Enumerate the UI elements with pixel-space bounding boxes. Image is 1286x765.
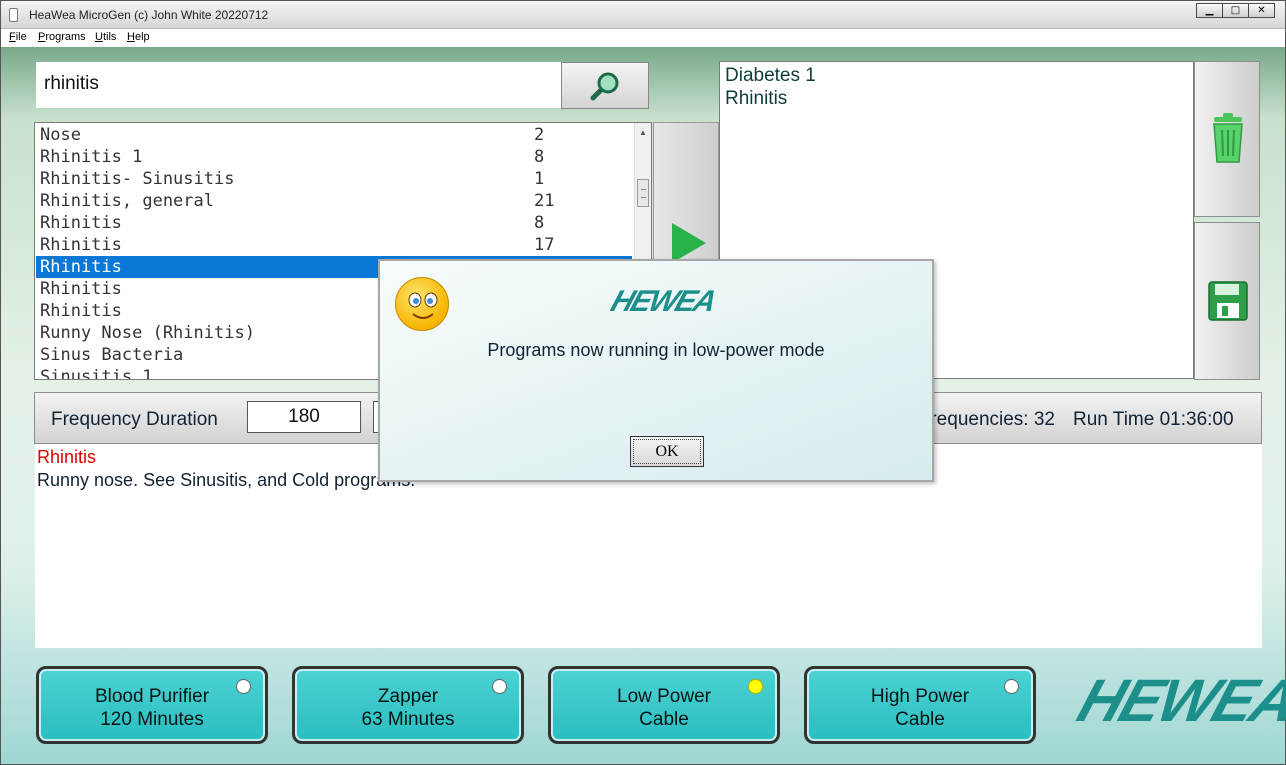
scroll-up-arrow-icon[interactable]: ▲ [639, 128, 647, 137]
program-name: Sinusitis 1 [40, 367, 153, 380]
description-title: Rhinitis [37, 447, 97, 467]
selected-program-item[interactable]: Rhinitis [725, 88, 787, 110]
program-row[interactable]: Rhinitis 8 [36, 212, 632, 234]
app-icon [9, 8, 18, 22]
program-name: Nose [40, 125, 81, 145]
title-bar[interactable]: HeaWea MicroGen (c) John White 20220712 … [1, 1, 1285, 29]
selected-program-item[interactable]: Diabetes 1 [725, 65, 816, 87]
program-name: Rhinitis, general [40, 191, 214, 211]
status-led-icon [1004, 679, 1019, 694]
button-line-2: Cable [639, 709, 689, 730]
menu-file[interactable]: File [9, 31, 27, 43]
program-frequency-count: 17 [534, 235, 555, 255]
button-line-2: 63 Minutes [361, 709, 455, 730]
menu-help[interactable]: Help [127, 31, 150, 43]
menu-utils[interactable]: Utils [95, 31, 116, 43]
program-name: Rhinitis [40, 257, 122, 277]
menu-bar: File Programs Utils Help [1, 29, 1285, 47]
program-name: Rhinitis [40, 301, 122, 321]
menu-programs[interactable]: Programs [38, 31, 86, 43]
app-window: HeaWea MicroGen (c) John White 20220712 … [0, 0, 1286, 765]
program-row[interactable]: Nose 2 [36, 124, 632, 146]
program-frequency-count: 8 [534, 147, 545, 167]
description-text: Runny nose. See Sinusitis, and Cold prog… [37, 470, 416, 490]
program-name: Rhinitis [40, 213, 122, 233]
button-line-2: Cable [895, 709, 945, 730]
zapper-button[interactable]: Zapper 63 Minutes [292, 666, 524, 744]
program-frequency-count: 21 [534, 191, 555, 211]
program-name: Runny Nose (Rhinitis) [40, 323, 255, 343]
run-time: Run Time 01:36:00 [1073, 409, 1234, 430]
program-frequency-count: 2 [534, 125, 545, 145]
status-led-icon [236, 679, 251, 694]
status-led-icon [748, 679, 763, 694]
program-name: Rhinitis [40, 279, 122, 299]
program-row[interactable]: Rhinitis 1 8 [36, 146, 632, 168]
search-input[interactable]: rhinitis [36, 62, 561, 108]
trash-can-icon [1213, 113, 1243, 163]
button-line-1: Blood Purifier [94, 686, 210, 707]
delete-button[interactable] [1194, 61, 1260, 217]
program-name: Rhinitis [40, 235, 122, 255]
high-power-cable-button[interactable]: High Power Cable [804, 666, 1036, 744]
program-row[interactable]: Rhinitis- Sinusitis 1 [36, 168, 632, 190]
floppy-disk-icon [1208, 281, 1248, 321]
hewea-logo: HEWEA [1070, 667, 1286, 734]
play-arrow-icon [672, 223, 706, 263]
program-frequency-count: 8 [534, 213, 545, 233]
program-row[interactable]: Rhinitis, general 21 [36, 190, 632, 212]
frequency-count: Frequencies: 32 [925, 409, 1055, 430]
program-name: Rhinitis- Sinusitis [40, 169, 235, 189]
ok-button[interactable]: OK [630, 436, 704, 467]
program-name: Sinus Bacteria [40, 345, 184, 365]
status-led-icon [492, 679, 507, 694]
message-dialog: HEWEA Programs now running in low-power … [378, 259, 934, 482]
smiley-face-icon [395, 277, 449, 331]
program-frequency-count: 1 [534, 169, 545, 189]
program-name: Rhinitis 1 [40, 147, 143, 167]
dialog-logo: HEWEA [606, 285, 720, 318]
frequency-duration-label: Frequency Duration [51, 409, 218, 430]
frequency-duration-input[interactable]: 180 [247, 401, 361, 433]
button-line-1: Zapper [377, 686, 439, 707]
window-title: HeaWea MicroGen (c) John White 20220712 [29, 8, 269, 22]
low-power-cable-button[interactable]: Low Power Cable [548, 666, 780, 744]
blood-purifier-button[interactable]: Blood Purifier 120 Minutes [36, 666, 268, 744]
program-row[interactable]: Rhinitis 17 [36, 234, 632, 256]
search-icon [590, 72, 619, 101]
button-line-2: 120 Minutes [100, 709, 204, 730]
scroll-thumb[interactable] [637, 179, 649, 207]
save-button[interactable] [1194, 222, 1260, 380]
close-button[interactable]: ✕ [1248, 3, 1275, 18]
maximize-button[interactable]: □ [1222, 3, 1249, 18]
window-controls: ▁ □ ✕ [1196, 3, 1275, 18]
minimize-button[interactable]: ▁ [1196, 3, 1223, 18]
dialog-message: Programs now running in low-power mode [487, 340, 825, 360]
button-line-1: High Power [870, 686, 970, 707]
button-line-1: Low Power [617, 686, 711, 707]
search-button[interactable] [561, 62, 649, 109]
